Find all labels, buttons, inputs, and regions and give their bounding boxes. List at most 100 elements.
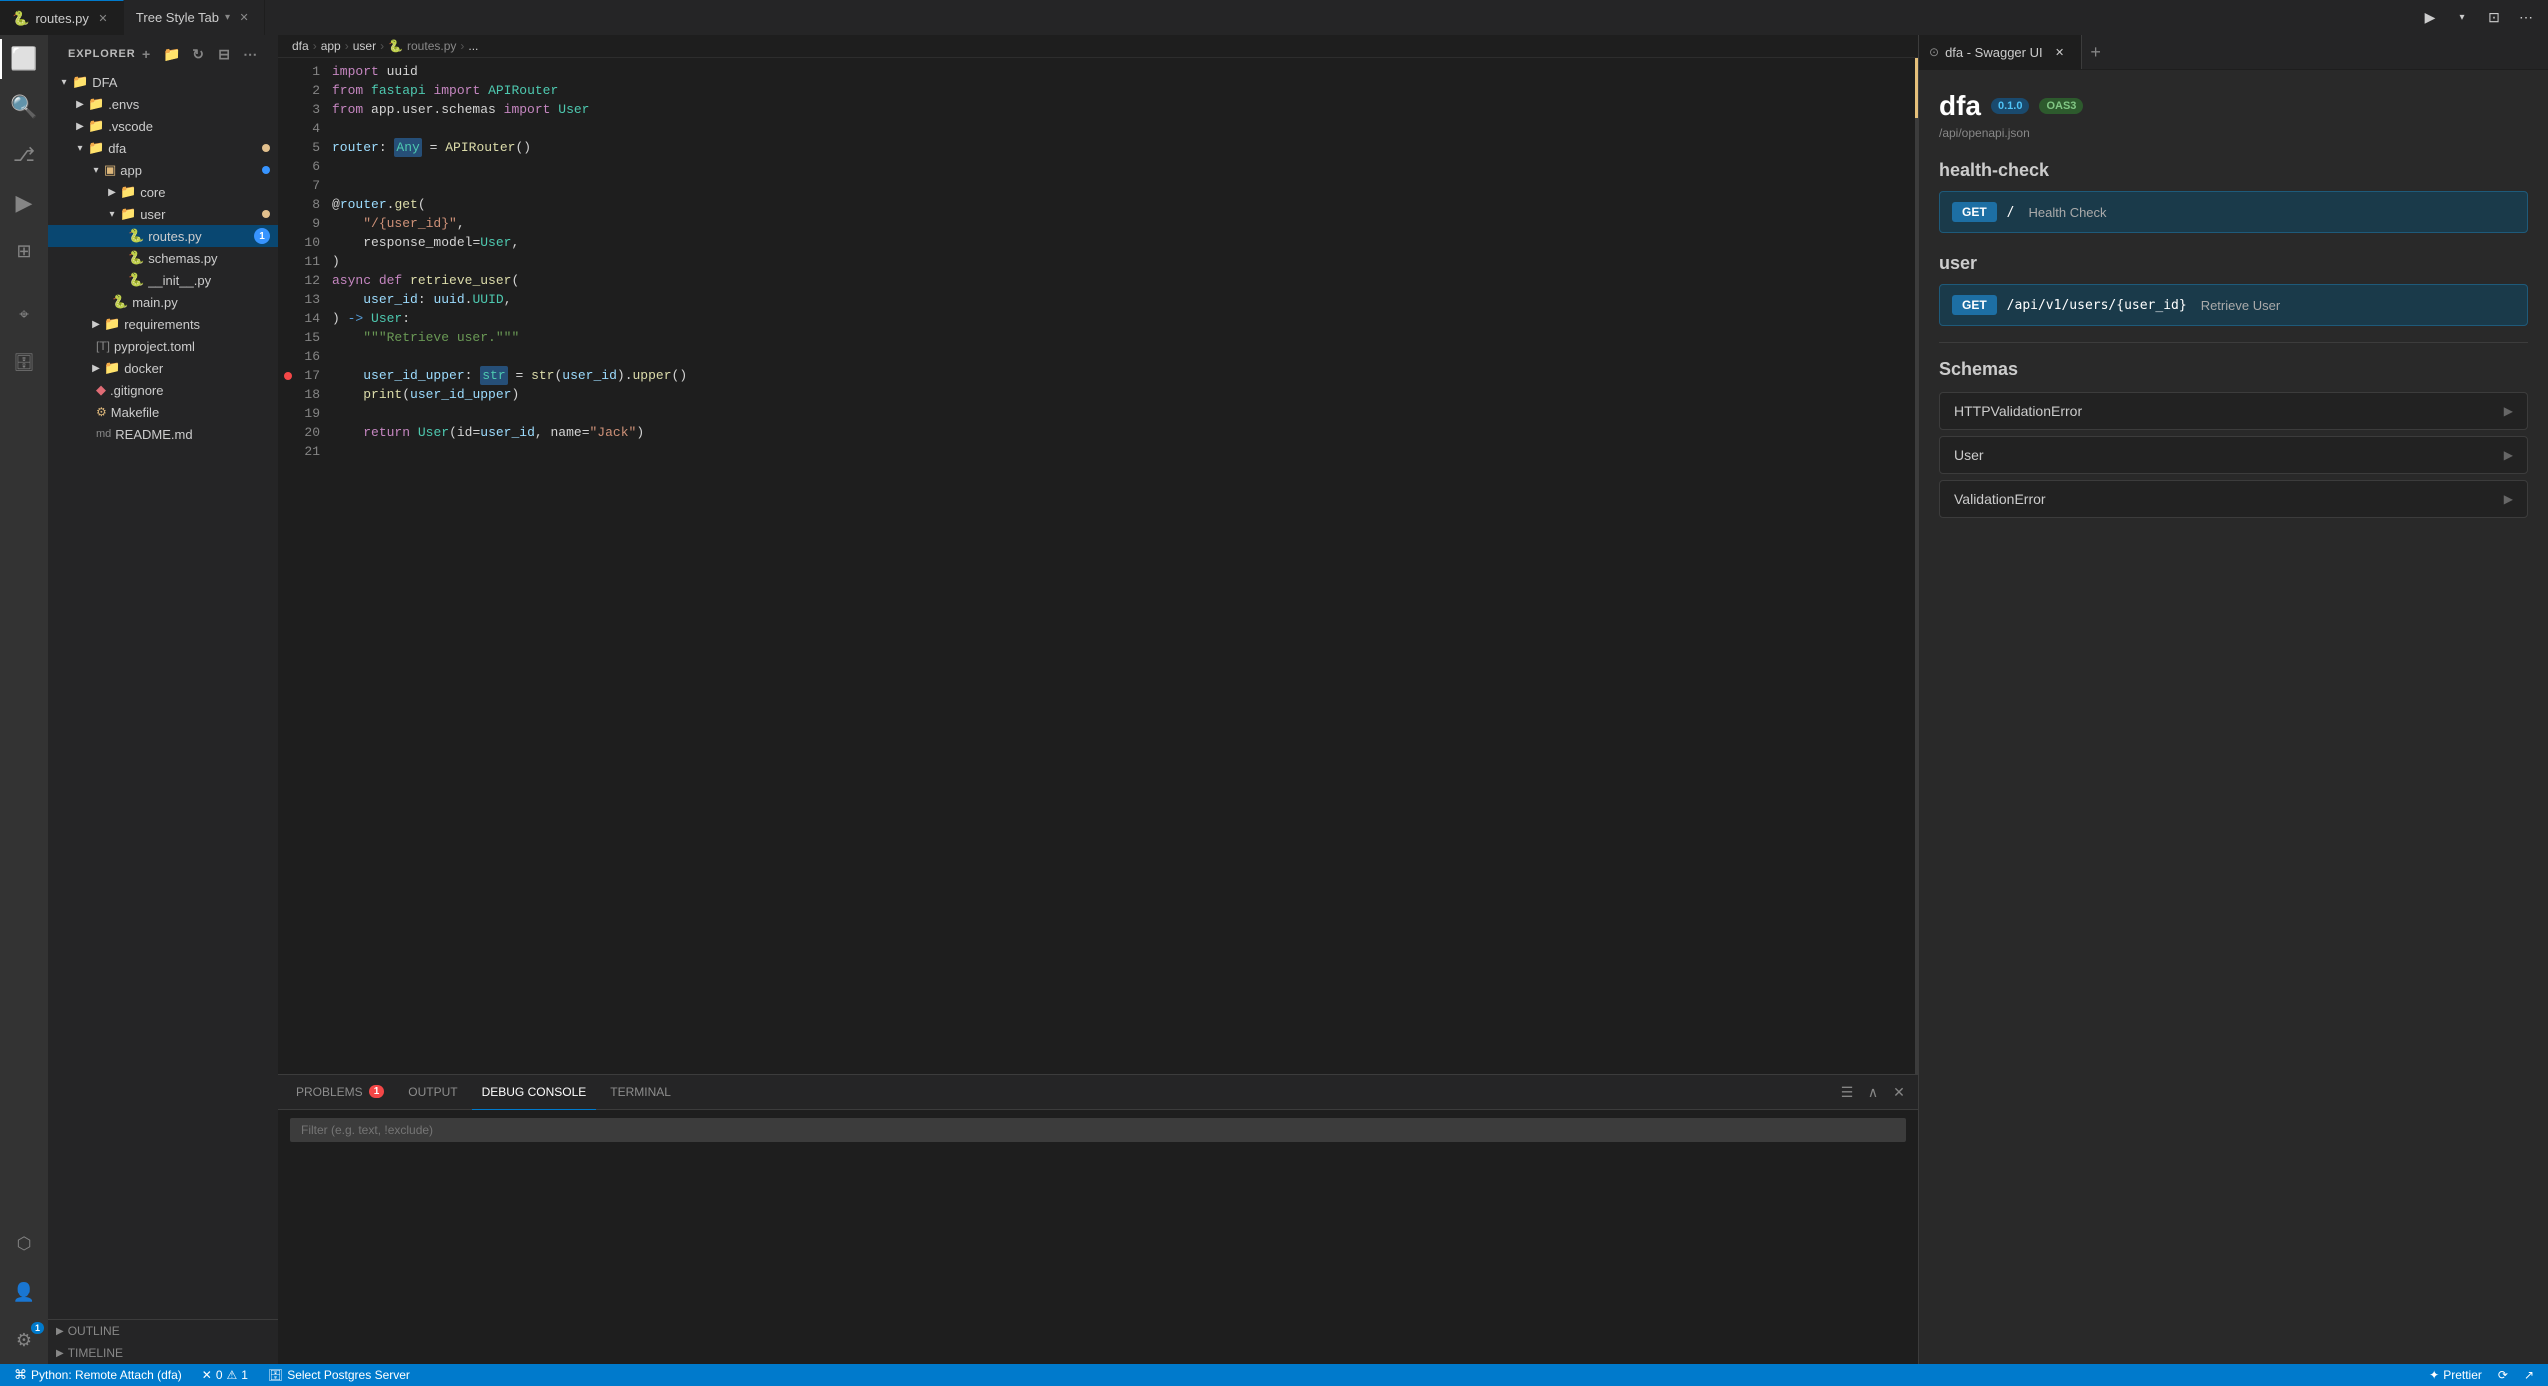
outline-section[interactable]: ▶ OUTLINE xyxy=(48,1320,278,1342)
schema-item-user[interactable]: User ▶ xyxy=(1939,436,2528,474)
schema-item-validation[interactable]: ValidationError ▶ xyxy=(1939,480,2528,518)
md-icon: md xyxy=(96,428,111,440)
swagger-divider xyxy=(1939,342,2528,343)
tree-item-init-py[interactable]: 🐍 __init__.py xyxy=(48,269,278,291)
tree-item-envs[interactable]: ▶ 📁 .envs xyxy=(48,93,278,115)
activity-remote[interactable]: ⌖ xyxy=(0,291,48,339)
debug-console-filter[interactable] xyxy=(290,1118,1906,1142)
breadcrumb-more[interactable]: ... xyxy=(468,39,478,53)
new-folder-button[interactable]: 📁 xyxy=(162,43,184,65)
status-remote[interactable]: ⌘ Python: Remote Attach (dfa) xyxy=(10,1364,186,1386)
debug-console-label: DEBUG CONSOLE xyxy=(482,1085,587,1099)
activity-extensions[interactable]: ⊞ xyxy=(0,227,48,275)
swagger-endpoint-health-get[interactable]: GET / Health Check xyxy=(1939,191,2528,233)
tab-terminal[interactable]: TERMINAL xyxy=(600,1075,681,1110)
git-icon: ◆ xyxy=(96,382,106,398)
activity-account[interactable]: 👤 xyxy=(0,1268,48,1316)
tab-debug-console[interactable]: DEBUG CONSOLE xyxy=(472,1075,597,1110)
tab-output[interactable]: OUTPUT xyxy=(398,1075,467,1110)
activity-explorer[interactable]: ⬜ xyxy=(0,35,48,83)
account-icon: 👤 xyxy=(13,1282,35,1303)
tree-item-pyproject[interactable]: [T] pyproject.toml xyxy=(48,335,278,357)
status-sync[interactable]: ⟳ xyxy=(2494,1364,2512,1386)
swagger-tab-close[interactable]: ✕ xyxy=(2049,41,2071,63)
tree-arrow-docker: ▶ xyxy=(88,357,104,379)
tree-item-makefile[interactable]: ⚙ Makefile xyxy=(48,401,278,423)
tree-label-makefile: Makefile xyxy=(111,405,270,420)
timeline-section[interactable]: ▶ TIMELINE xyxy=(48,1342,278,1364)
python-icon-main: 🐍 xyxy=(112,294,128,310)
tree-item-app[interactable]: ▾ ▣ app xyxy=(48,159,278,181)
status-remote-label: Python: Remote Attach (dfa) xyxy=(31,1368,182,1382)
code-editor[interactable]: 1 2 3 4 5 6 7 8 9 10 11 12 13 14 15 16 1… xyxy=(278,58,1918,1074)
tab-problems[interactable]: PROBLEMS 1 xyxy=(286,1075,394,1110)
activity-run[interactable]: ▶ xyxy=(0,179,48,227)
status-errors[interactable]: ✕ 0 ⚠ 1 xyxy=(198,1364,252,1386)
tree-item-core[interactable]: ▶ 📁 core xyxy=(48,181,278,203)
run-dropdown[interactable]: ▾ xyxy=(2448,4,2476,32)
status-share[interactable]: ↗ xyxy=(2520,1364,2538,1386)
tree-item-readme[interactable]: md README.md xyxy=(48,423,278,445)
split-editor-button[interactable]: ⊡ xyxy=(2480,4,2508,32)
tree-item-docker[interactable]: ▶ 📁 docker xyxy=(48,357,278,379)
tree-item-user-folder[interactable]: ▾ 📁 user xyxy=(48,203,278,225)
more-actions-button[interactable]: ⋯ xyxy=(2512,4,2540,32)
add-browser-tab[interactable]: + xyxy=(2082,35,2110,70)
panel-collapse-button[interactable]: ∧ xyxy=(1862,1081,1884,1103)
breadcrumb-user[interactable]: user xyxy=(353,39,376,53)
status-bar: ⌘ Python: Remote Attach (dfa) ✕ 0 ⚠ 1 🗄 … xyxy=(0,1364,2548,1386)
activity-source-control[interactable]: ⎇ xyxy=(0,131,48,179)
breadcrumb-routes[interactable]: 🐍 routes.py xyxy=(388,39,456,53)
code-line-17: user_id_upper: str = str(user_id).upper(… xyxy=(328,366,1918,385)
tree-root-dfa[interactable]: ▾ 📁 DFA xyxy=(48,71,278,93)
tree-item-vscode[interactable]: ▶ 📁 .vscode xyxy=(48,115,278,137)
db-icon-status: 🗄 xyxy=(268,1368,283,1382)
panel-filter-button[interactable]: ☰ xyxy=(1836,1081,1858,1103)
swagger-endpoint-user-get[interactable]: GET /api/v1/users/{user_id} Retrieve Use… xyxy=(1939,284,2528,326)
activity-database[interactable]: 🗄 xyxy=(0,339,48,387)
line-num-14: 14 xyxy=(294,309,320,328)
collapse-all-button[interactable]: ⊟ xyxy=(214,43,236,65)
line-num-21: 21 xyxy=(294,442,320,461)
schema-item-httpvalidation[interactable]: HTTPValidationError ▶ xyxy=(1939,392,2528,430)
panel-close-button[interactable]: ✕ xyxy=(1888,1081,1910,1103)
tab-tree-style[interactable]: Tree Style Tab ▾ ✕ xyxy=(124,0,265,35)
new-file-button[interactable]: + xyxy=(136,43,158,65)
more-actions-sidebar[interactable]: ⋯ xyxy=(240,43,262,65)
swagger-content: dfa 0.1.0 OAS3 /api/openapi.json health-… xyxy=(1919,70,2548,1364)
tab-routes-py[interactable]: 🐍 routes.py ✕ xyxy=(0,0,124,35)
tab-close-routes[interactable]: ✕ xyxy=(95,10,111,26)
code-line-15: """Retrieve user.""" xyxy=(328,328,1918,347)
tree-item-dfa-folder[interactable]: ▾ 📁 dfa xyxy=(48,137,278,159)
activity-search[interactable]: 🔍 xyxy=(0,83,48,131)
line-num-16: 16 xyxy=(294,347,320,366)
status-prettier[interactable]: ✦ Prettier xyxy=(2425,1364,2486,1386)
breadcrumb-dfa[interactable]: dfa xyxy=(292,39,309,53)
folder-icon-app: ▣ xyxy=(104,162,116,178)
swagger-version-badge: 0.1.0 xyxy=(1991,98,2029,114)
folder-icon-user: 📁 xyxy=(120,206,136,222)
tree-item-main-py[interactable]: 🐍 main.py xyxy=(48,291,278,313)
sync-icon: ⟳ xyxy=(2498,1368,2508,1382)
swagger-tab[interactable]: ⊙ dfa - Swagger UI ✕ xyxy=(1919,35,2082,69)
tree-item-requirements[interactable]: ▶ 📁 requirements xyxy=(48,313,278,335)
breadcrumb-app[interactable]: app xyxy=(321,39,341,53)
status-db[interactable]: 🗄 Select Postgres Server xyxy=(264,1364,414,1386)
line-num-11: 11 xyxy=(294,252,320,271)
code-content[interactable]: import uuid from fastapi import APIRoute… xyxy=(328,58,1918,1074)
swagger-schemas-title: Schemas xyxy=(1939,359,2528,380)
code-line-11: ) xyxy=(328,252,1918,271)
tree-arrow-user-folder: ▾ xyxy=(104,203,120,225)
line-num-6: 6 xyxy=(294,157,320,176)
tree-item-routes-py[interactable]: 🐍 routes.py 1 xyxy=(48,225,278,247)
tree-item-gitignore[interactable]: ◆ .gitignore xyxy=(48,379,278,401)
tree-item-schemas-py[interactable]: 🐍 schemas.py xyxy=(48,247,278,269)
activity-settings[interactable]: ⚙ 1 xyxy=(0,1316,48,1364)
activity-testing[interactable]: ⬡ xyxy=(0,1220,48,1268)
tab-close-tree[interactable]: ✕ xyxy=(236,10,252,26)
run-button[interactable]: ▶ xyxy=(2416,4,2444,32)
breadcrumb-routes-label: routes.py xyxy=(407,39,456,53)
refresh-button[interactable]: ↻ xyxy=(188,43,210,65)
tab-dropdown-arrow[interactable]: ▾ xyxy=(225,12,230,23)
editor-area: dfa › app › user › 🐍 routes.py › ... 1 2… xyxy=(278,35,1918,1364)
